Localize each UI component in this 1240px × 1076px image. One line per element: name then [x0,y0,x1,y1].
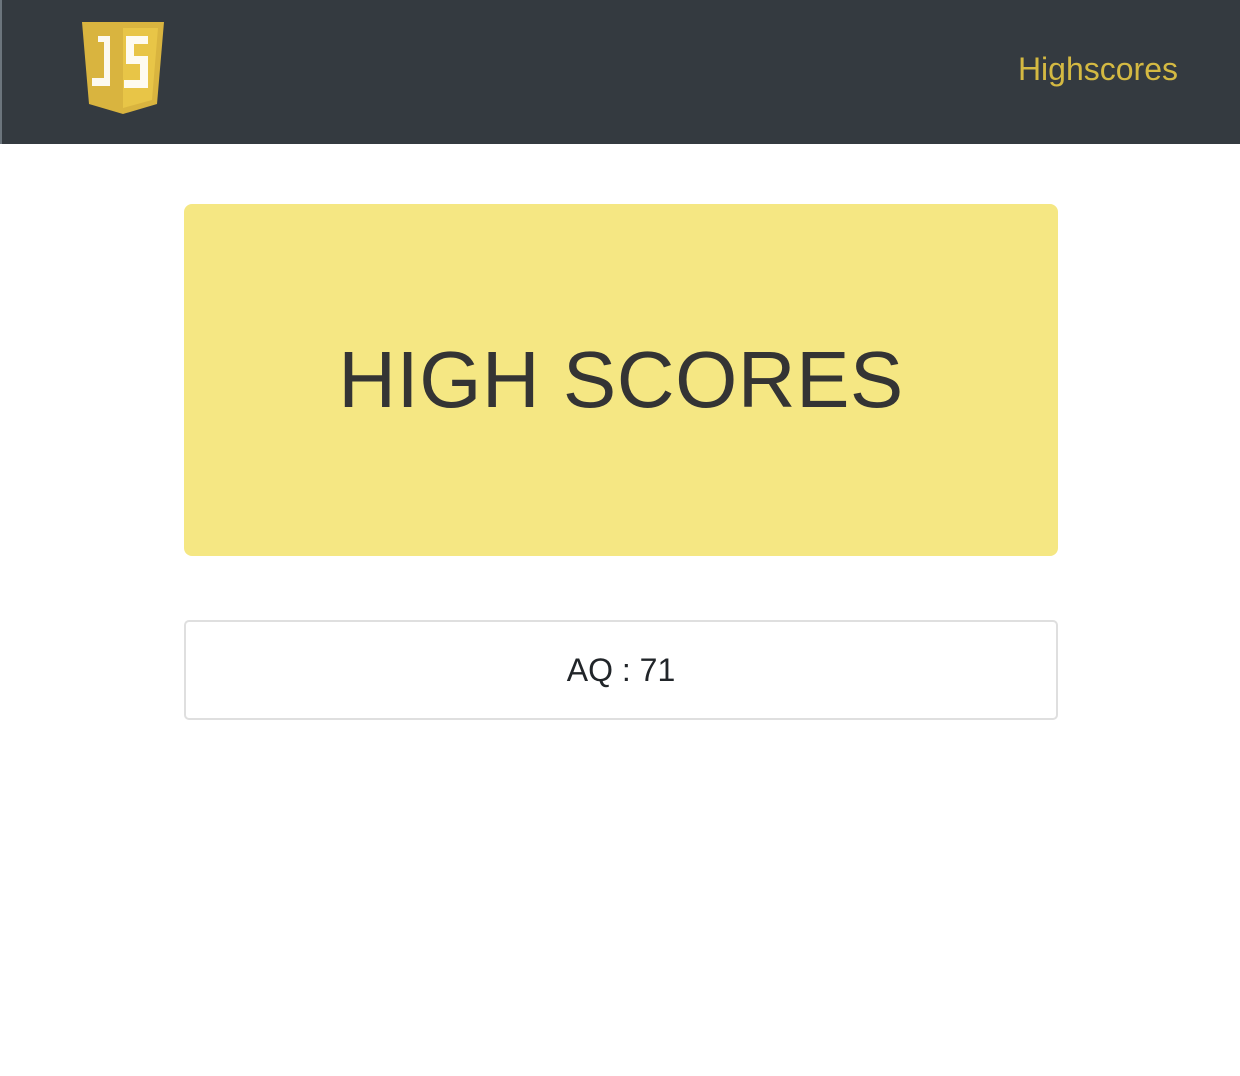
js-shield-icon [82,22,164,114]
high-scores-banner: HIGH SCORES [184,204,1058,556]
highscores-link[interactable]: Highscores [1018,50,1178,88]
navbar: Highscores [0,0,1240,144]
page-title: HIGH SCORES [338,335,904,424]
javascript-logo[interactable] [82,22,164,114]
score-item: AQ : 71 [184,620,1058,720]
score-list: AQ : 71 [184,620,1058,720]
